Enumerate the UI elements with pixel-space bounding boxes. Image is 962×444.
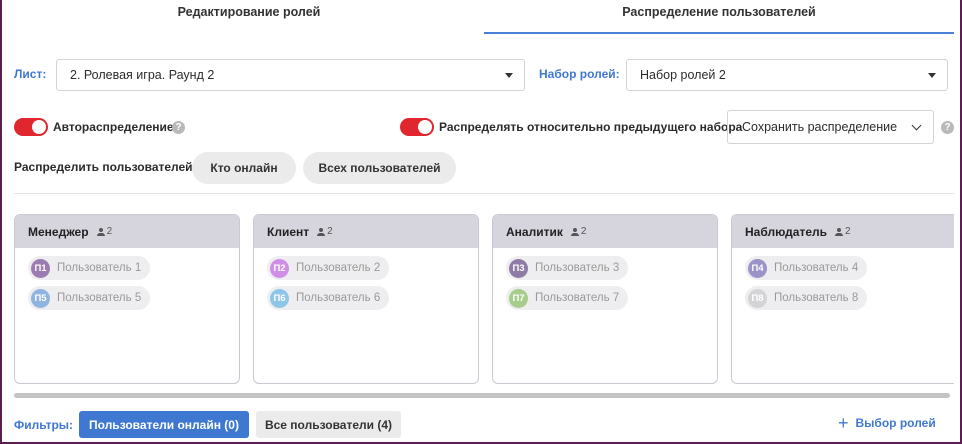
caret-down-icon [505,73,513,78]
role-user-count: 2 [96,226,112,237]
role-user-count: 2 [570,226,586,237]
role-set-select[interactable]: Набор ролей 2 [626,59,948,91]
role-name: Клиент [267,224,310,239]
role-card-header: Аналитик 2 [493,215,717,248]
person-icon [835,227,844,236]
relative-distribution-toggle[interactable] [400,118,434,136]
person-icon [570,227,579,236]
avatar: П3 [509,258,528,278]
sheet-select-value: 2. Ролевая игра. Раунд 2 [70,68,215,82]
distribute-label: Распределить пользователей: [14,160,197,174]
sheet-label: Лист: [14,67,47,81]
distribute-online-button[interactable]: Кто онлайн [192,152,296,184]
role-card-analyst[interactable]: Аналитик 2 П3 Пользователь 3 П7 Пользовате… [492,214,718,384]
auto-distribution-toggle[interactable] [14,118,48,136]
tab-bar: Редактирование ролей Распределение польз… [14,0,954,34]
person-icon [96,227,105,236]
role-card-header: Менеджер 2 [15,215,239,248]
person-icon [317,227,326,236]
filters-label: Фильтры: [14,418,74,432]
filter-online-users-button[interactable]: Пользователи онлайн (0) [79,411,249,438]
save-distribution-dropdown[interactable]: Сохранить распределение [727,110,934,144]
user-chip[interactable]: П4 Пользователь 4 [745,256,868,280]
role-user-count: 2 [317,226,333,237]
tab-user-distribution[interactable]: Распределение пользователей [484,0,954,34]
avatar: П6 [270,288,289,308]
user-chip[interactable]: П7 Пользователь 7 [506,286,629,310]
user-chip[interactable]: П5 Пользователь 5 [28,286,151,310]
role-set-label: Набор ролей: [539,67,620,81]
role-name: Аналитик [506,224,563,239]
horizontal-scrollbar[interactable] [14,393,950,398]
auto-distribution-label: Автораспределение [53,120,174,134]
tab-edit-roles[interactable]: Редактирование ролей [14,0,484,34]
role-set-select-value: Набор ролей 2 [640,68,726,82]
plus-icon: + [838,413,849,433]
distribute-all-button[interactable]: Всех пользователей [303,152,456,184]
role-name: Наблюдатель [745,224,828,239]
role-user-count: 2 [835,226,851,237]
help-icon[interactable]: ? [941,121,954,134]
role-card-header: Наблюдатель 2 [732,215,954,248]
user-chip[interactable]: П3 Пользователь 3 [506,256,629,280]
caret-down-icon [928,73,936,78]
avatar: П8 [748,288,767,308]
divider [14,193,954,194]
help-icon[interactable]: ? [172,121,185,134]
chevron-down-icon [911,120,922,131]
avatar: П4 [748,258,767,278]
sheet-select[interactable]: 2. Ролевая игра. Раунд 2 [56,59,525,91]
user-chip[interactable]: П8 Пользователь 8 [745,286,868,310]
role-name: Менеджер [28,224,89,239]
role-card-header: Клиент 2 [254,215,478,248]
save-distribution-label: Сохранить распределение [742,120,898,134]
role-card-manager[interactable]: Менеджер 2 П1 Пользователь 1 П5 Пользовате… [14,214,240,384]
user-chip[interactable]: П2 Пользователь 2 [267,256,390,280]
role-picker-label: Выбор ролей [855,416,936,430]
user-chip[interactable]: П6 Пользователь 6 [267,286,390,310]
role-card-observer[interactable]: Наблюдатель 2 П4 Пользователь 4 П8 Пользов… [731,214,954,384]
relative-distribution-label: Распределять относительно предыдущего на… [439,120,743,134]
avatar: П1 [31,258,50,278]
user-chip[interactable]: П1 Пользователь 1 [28,256,151,280]
avatar: П7 [509,288,528,308]
avatar: П2 [270,258,289,278]
role-picker-button[interactable]: + Выбор ролей [838,413,936,433]
filter-all-users-button[interactable]: Все пользователи (4) [256,411,401,438]
role-card-client[interactable]: Клиент 2 П2 Пользователь 2 П6 Пользователь… [253,214,479,384]
avatar: П5 [31,288,50,308]
